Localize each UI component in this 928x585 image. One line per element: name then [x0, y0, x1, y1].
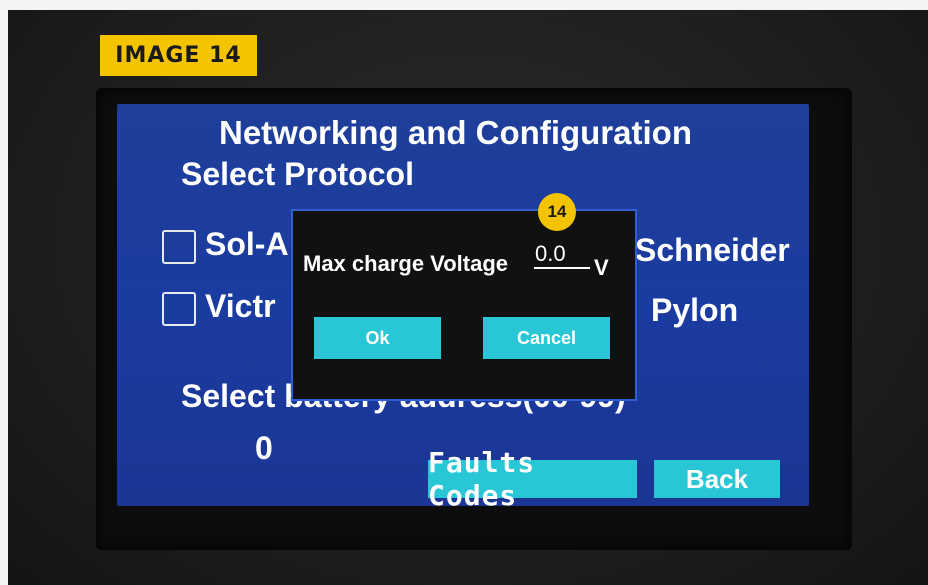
image-tag: IMAGE 14 — [100, 35, 257, 76]
step-marker-badge: 14 — [538, 193, 576, 231]
protocol-checkbox-victr[interactable] — [162, 292, 196, 326]
voltage-input-underline — [534, 267, 590, 269]
protocol-option-victr[interactable]: Victr — [205, 288, 276, 325]
battery-address-value[interactable]: 0 — [255, 430, 273, 467]
cancel-button[interactable]: Cancel — [483, 317, 610, 359]
max-charge-voltage-input[interactable]: 0.0 — [535, 241, 566, 267]
protocol-label: Select Protocol — [181, 156, 414, 192]
ok-button[interactable]: Ok — [314, 317, 441, 359]
max-charge-voltage-dialog: Max charge Voltage 0.0 V Ok Cancel — [291, 209, 637, 401]
protocol-option-sol-a[interactable]: Sol-A — [205, 226, 289, 263]
faults-codes-button[interactable]: Faults Codes — [428, 446, 637, 506]
back-button[interactable]: Back — [654, 460, 780, 498]
protocol-checkbox-sol-a[interactable] — [162, 230, 196, 264]
protocol-option-pylon[interactable]: Pylon — [651, 292, 738, 329]
page-title: Networking and Configuration — [219, 114, 692, 151]
max-charge-voltage-label: Max charge Voltage — [303, 251, 508, 276]
protocol-option-schneider[interactable]: Schneider — [635, 232, 790, 269]
voltage-unit: V — [594, 255, 609, 280]
